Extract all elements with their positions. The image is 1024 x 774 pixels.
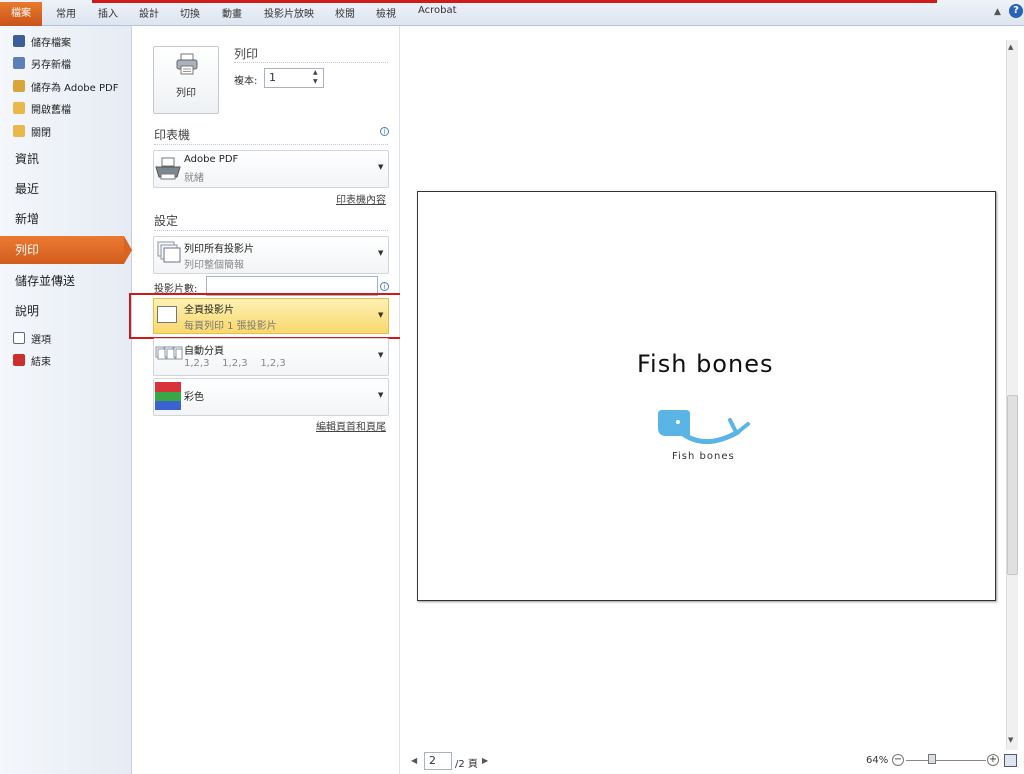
scroll-up-icon[interactable]: ▲	[1008, 43, 1013, 51]
minimize-ribbon-icon[interactable]: ▲	[994, 7, 1001, 17]
nav-exit-label: 結束	[31, 356, 51, 368]
nav-save-send[interactable]: 儲存並傳送	[15, 272, 75, 289]
nav-print[interactable]: 列印	[15, 241, 39, 258]
header-footer-link[interactable]: 編輯頁首和頁尾	[316, 418, 386, 433]
tab-animations[interactable]: 動畫	[222, 5, 242, 20]
tab-slideshow[interactable]: 投影片放映	[264, 5, 314, 20]
nav-options-label: 選項	[31, 334, 51, 346]
collate-icon	[155, 346, 183, 360]
slides-info-icon[interactable]: i	[380, 282, 389, 291]
nav-save[interactable]: 儲存檔案	[13, 32, 71, 50]
nav-help[interactable]: 說明	[15, 302, 39, 319]
printer-info-icon[interactable]: i	[380, 127, 389, 136]
nav-close[interactable]: 關閉	[13, 122, 51, 140]
pdf-icon	[13, 80, 25, 92]
chevron-down-icon: ▼	[378, 391, 384, 399]
printer-icon	[176, 53, 198, 75]
print-range-title: 列印所有投影片	[184, 244, 254, 255]
next-page-icon[interactable]: ▶	[482, 756, 488, 765]
logo-text: Fish bones	[672, 451, 735, 462]
help-icon[interactable]: ?	[1009, 4, 1023, 18]
options-icon	[13, 332, 25, 344]
nav-save-pdf-label: 儲存為 Adobe PDF	[31, 82, 119, 94]
nav-print-arrow	[124, 236, 132, 264]
settings-heading: 設定	[154, 214, 179, 228]
slide-preview	[417, 191, 996, 601]
annotation-red-box	[129, 293, 413, 339]
printer-properties-link[interactable]: 印表機內容	[336, 191, 386, 206]
nav-save-label: 儲存檔案	[31, 37, 71, 49]
close-folder-icon	[13, 125, 25, 137]
collate-sub: 1,2,3 1,2,3 1,2,3	[184, 358, 286, 369]
color-title: 彩色	[184, 392, 204, 403]
divider	[154, 230, 388, 231]
zoom-in-icon[interactable]: +	[987, 754, 999, 766]
save-as-icon	[13, 57, 25, 69]
nav-close-label: 關閉	[31, 127, 51, 139]
tab-home[interactable]: 常用	[56, 5, 76, 20]
nav-save-as[interactable]: 另存新檔	[13, 54, 71, 72]
copies-value: 1	[269, 71, 276, 84]
save-icon	[13, 35, 25, 47]
tab-transitions[interactable]: 切換	[180, 5, 200, 20]
all-slides-icon	[157, 241, 181, 263]
tab-acrobat[interactable]: Acrobat	[418, 5, 457, 16]
divider	[154, 144, 388, 145]
copies-label: 複本:	[234, 76, 258, 87]
current-page: 2	[429, 754, 436, 767]
nav-open[interactable]: 開啟舊檔	[13, 99, 71, 117]
chevron-down-icon: ▼	[378, 163, 384, 171]
print-range-sub: 列印整個簡報	[184, 260, 244, 271]
slide-title: Fish bones	[637, 350, 774, 378]
color-icon	[155, 382, 181, 410]
nav-save-pdf[interactable]: 儲存為 Adobe PDF	[13, 77, 118, 95]
nav-save-as-label: 另存新檔	[31, 59, 71, 71]
total-pages: /2 頁	[455, 759, 478, 770]
nav-exit[interactable]: 結束	[13, 351, 51, 369]
chevron-down-icon: ▼	[378, 249, 384, 257]
open-folder-icon	[13, 102, 25, 114]
annotation-red-line	[92, 0, 937, 3]
tab-view[interactable]: 檢視	[376, 5, 396, 20]
printer-heading: 印表機	[154, 128, 191, 142]
nav-new[interactable]: 新增	[15, 210, 39, 227]
tab-file[interactable]: 檔案	[0, 2, 42, 26]
previous-page-icon[interactable]: ◀	[411, 756, 417, 765]
exit-icon	[13, 354, 25, 366]
scroll-down-icon[interactable]: ▼	[1008, 736, 1013, 744]
print-heading: 列印	[234, 47, 259, 61]
zoom-level[interactable]: 64%	[866, 755, 888, 766]
nav-options[interactable]: 選項	[13, 329, 51, 347]
copies-up-icon[interactable]: ▲	[313, 69, 318, 76]
zoom-slider[interactable]	[906, 760, 986, 761]
nav-recent[interactable]: 最近	[15, 180, 39, 197]
copies-down-icon[interactable]: ▼	[313, 78, 318, 85]
tab-design[interactable]: 設計	[139, 5, 159, 20]
divider	[234, 62, 388, 63]
zoom-to-page-icon[interactable]	[1004, 754, 1017, 767]
nav-info[interactable]: 資訊	[15, 150, 39, 167]
pdf-printer-icon	[155, 157, 181, 180]
tab-insert[interactable]: 插入	[98, 5, 118, 20]
zoom-slider-thumb[interactable]	[928, 754, 936, 764]
print-button-label: 列印	[176, 88, 196, 99]
printer-name: Adobe PDF	[184, 154, 239, 165]
scrollbar-thumb[interactable]	[1007, 395, 1018, 575]
fish-bones-logo	[658, 410, 750, 445]
chevron-down-icon: ▼	[378, 351, 384, 359]
printer-status: 就緒	[184, 173, 204, 184]
zoom-out-icon[interactable]: −	[892, 754, 904, 766]
nav-open-label: 開啟舊檔	[31, 104, 71, 116]
tab-review[interactable]: 校閱	[335, 5, 355, 20]
collate-title: 自動分頁	[184, 346, 224, 357]
